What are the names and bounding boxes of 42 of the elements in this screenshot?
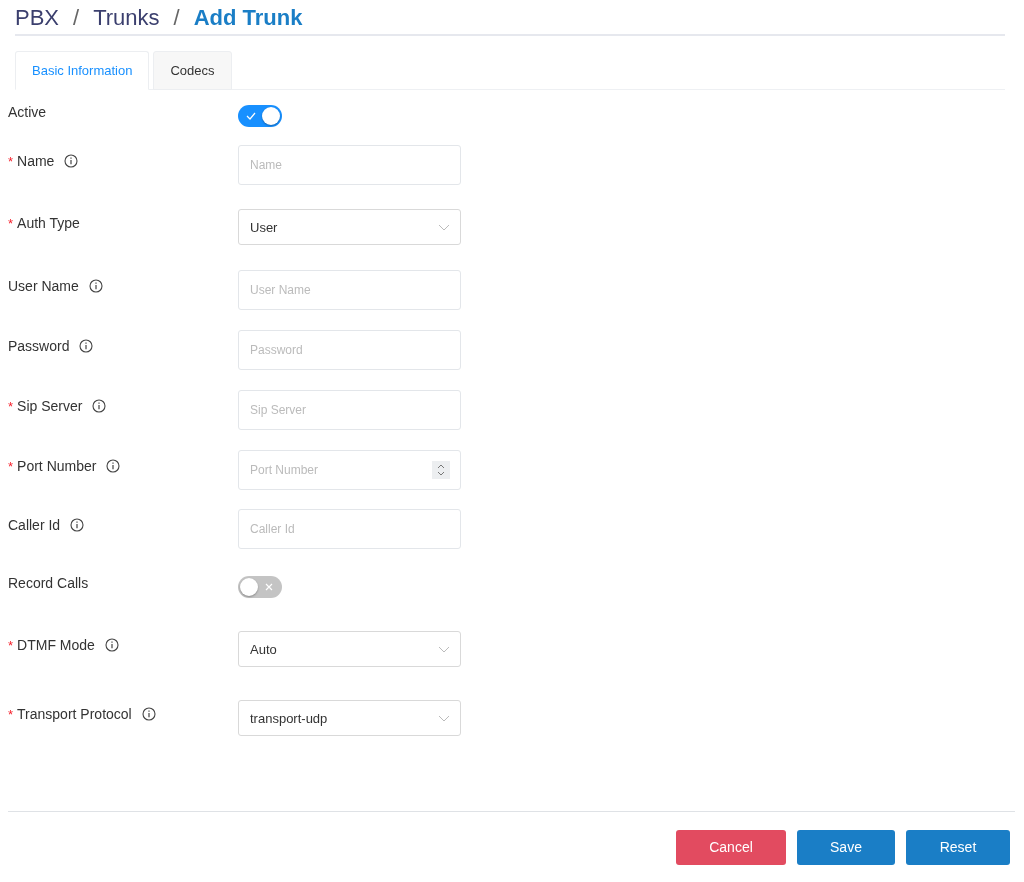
check-icon xyxy=(246,111,256,121)
input-field[interactable]: User Name xyxy=(238,270,461,310)
action-button[interactable]: Save xyxy=(797,829,895,865)
field-label: User Name xyxy=(8,278,79,294)
input-field[interactable]: Name xyxy=(238,145,461,185)
info-icon[interactable] xyxy=(141,707,156,721)
field-label: Caller Id xyxy=(8,517,61,533)
breadcrumb-separator: / xyxy=(173,4,180,31)
breadcrumb-item[interactable]: PBX xyxy=(15,4,60,31)
info-icon[interactable] xyxy=(70,518,85,532)
info-icon[interactable] xyxy=(88,279,103,293)
field-label: Password xyxy=(8,338,70,354)
field-label: Active xyxy=(8,104,47,120)
breadcrumb-item[interactable]: Trunks xyxy=(93,4,160,31)
info-icon[interactable] xyxy=(106,459,121,473)
select-field[interactable]: Auto xyxy=(238,631,461,667)
input-field[interactable]: Sip Server xyxy=(238,390,461,430)
info-icon[interactable] xyxy=(64,154,79,168)
close-icon xyxy=(264,582,274,592)
info-icon[interactable] xyxy=(104,638,119,652)
field-label: * Name xyxy=(8,153,55,169)
field-label: * Sip Server xyxy=(8,398,83,414)
number-field[interactable]: Port Number xyxy=(238,450,461,490)
field-label: Record Calls xyxy=(8,575,89,591)
breadcrumb-item: Add Trunk xyxy=(193,4,303,31)
select-field[interactable]: transport-udp xyxy=(238,700,461,736)
field-label: * Port Number xyxy=(8,458,97,474)
input-field[interactable]: Caller Id xyxy=(238,509,461,549)
breadcrumb-separator: / xyxy=(73,4,80,31)
field-label: * Auth Type xyxy=(8,215,80,231)
action-button[interactable]: Reset xyxy=(906,829,1010,865)
select-field[interactable]: User xyxy=(238,209,461,245)
info-icon[interactable] xyxy=(79,339,94,353)
field-label: * DTMF Mode xyxy=(8,637,95,653)
toggle-switch[interactable] xyxy=(238,576,282,598)
cancel-button[interactable]: Cancel xyxy=(676,829,786,865)
toggle-switch[interactable] xyxy=(238,105,282,127)
tab[interactable]: Codecs xyxy=(153,51,232,90)
info-icon[interactable] xyxy=(92,399,107,413)
stepper-icon[interactable] xyxy=(432,461,450,479)
field-label: * Transport Protocol xyxy=(8,706,132,722)
input-field[interactable]: Password xyxy=(238,330,461,370)
